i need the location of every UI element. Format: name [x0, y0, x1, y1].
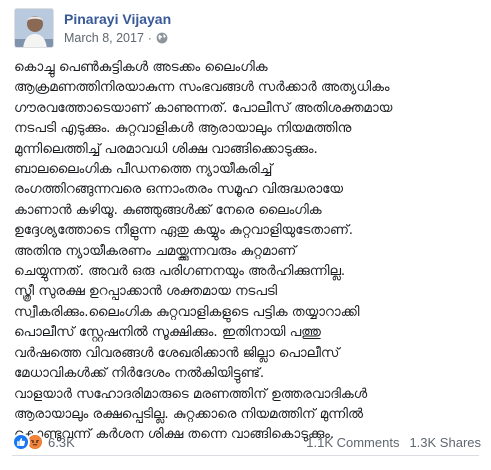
- post-text-line: സ്വീകരിക്കും.ലൈംഗിക കുറ്റവാളികളുടെ പട്ടി…: [14, 304, 360, 320]
- reactions-summary[interactable]: 6.3K: [12, 433, 75, 451]
- post-text-line: ചെയ്യുന്നത്. അവർ ഒരു പരിഗണനയും അർഹിക്കുന…: [14, 264, 346, 280]
- post-text-line: ഉദ്ദേശ്യത്തോടെ നീളുന്ന ഏതു കയ്യും കുറ്റവ…: [14, 223, 354, 239]
- avatar[interactable]: [14, 8, 54, 48]
- post-paragraph: കൊച്ചു പെൺകുട്ടികൾ അടക്കം ലൈംഗിക ആക്രമണത്…: [14, 58, 484, 446]
- post-text-line: ബാലലൈംഗിക പീഡനത്തെ ന്യായീകരിച്ച്: [14, 162, 273, 178]
- post-date[interactable]: March 8, 2017: [64, 30, 144, 46]
- author-name[interactable]: Pinarayi Vijayan: [64, 10, 171, 28]
- post-text-line: നടപടി എടുക്കും. കുറ്റവാളികൾ ആരായാലും നിയ…: [14, 121, 352, 137]
- like-icon: [12, 433, 30, 451]
- post-text-line: കൊച്ചു പെൺകുട്ടികൾ അടക്കം ലൈംഗിക: [14, 60, 268, 75]
- post-body: കൊച്ചു പെൺകുട്ടികൾ അടക്കം ലൈംഗിക ആക്രമണത്…: [14, 58, 484, 446]
- reaction-count: 6.3K: [48, 434, 75, 450]
- post-text-line: ഗൗരവത്തോടെയാണ് കാണുന്നത്. പോലീസ് അതിശക്ത…: [14, 100, 393, 116]
- post-text-line: വർഷത്തെ വിവരങ്ങൾ ശേഖരിക്കാൻ ജില്ലാ പൊലീസ…: [14, 345, 340, 361]
- shares-count-link[interactable]: 1.3K Shares: [409, 435, 481, 450]
- comments-count-link[interactable]: 1.1K Comments: [306, 435, 399, 450]
- facebook-post: Pinarayi Vijayan March 8, 2017 · കൊച്ചു …: [0, 0, 491, 470]
- engagement-stats: 1.1K Comments 1.3K Shares: [306, 435, 481, 450]
- post-text-line: വാളയാർ സഹോദരിമാരുടെ മരണത്തിന് ഉത്തരവാദിക…: [14, 386, 368, 402]
- post-meta: March 8, 2017 ·: [64, 30, 171, 46]
- post-text-line: ആരായാലും രക്ഷപ്പെടില്ല. കുറ്റക്കാരെ നിയമ…: [14, 406, 363, 422]
- post-text-line: രംഗത്തിറങ്ങുന്നവരെ ഒന്നാംതരം സമൂഹ വിരുദ്…: [14, 182, 343, 198]
- meta-separator: ·: [147, 31, 152, 45]
- footer-divider: [12, 455, 479, 456]
- post-text-line: ആക്രമണത്തിനിരയാകുന്ന സംഭവങ്ങൾ സർക്കാർ അത…: [14, 80, 390, 96]
- post-text-line: സ്ത്രീ സുരക്ഷ ഉറപ്പാക്കാൻ ശക്തമായ നടപടി: [14, 284, 278, 300]
- post-footer: 6.3K 1.1K Comments 1.3K Shares: [12, 432, 481, 452]
- post-text-line: മുന്നിലെത്തിച്ച് പരമാവധി ശിക്ഷ വാങ്ങിക്ക…: [14, 141, 318, 157]
- post-text-line: പൊലീസ് സ്റ്റേഷനിൽ സൂക്ഷിക്കും. ഇതിനായി പ…: [14, 325, 321, 341]
- post-text-line: മേധാവികൾക്ക് നിർദേശം നൽകിയിട്ടുണ്ട്.: [14, 366, 265, 382]
- post-text-line: അതിനു ന്യായീകരണം ചമയ്ക്കുന്നവരും കുറ്റമാ…: [14, 243, 297, 259]
- globe-icon[interactable]: [156, 32, 168, 44]
- author-block: Pinarayi Vijayan March 8, 2017 ·: [64, 10, 171, 46]
- profile-photo-icon: [15, 9, 53, 47]
- post-text-line: കാണാൻ കഴിയൂ. കുഞ്ഞുങ്ങൾക്ക് നേരെ ലൈംഗിക: [14, 202, 322, 218]
- post-header: Pinarayi Vijayan March 8, 2017 ·: [14, 6, 171, 50]
